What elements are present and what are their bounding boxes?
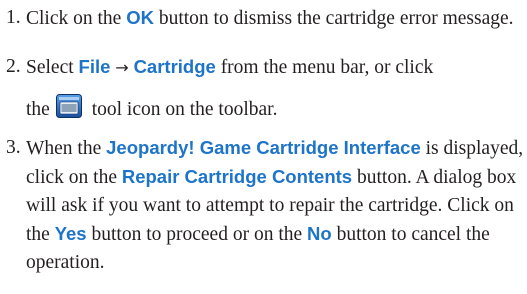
step-number: 2. [6,56,21,77]
step-text: button to dismiss the cartridge error me… [153,8,514,29]
step-2: 2. Select File → Cartridge from the menu… [0,53,527,124]
step-text: When the [26,138,107,159]
step-text: Select [26,57,79,78]
game-cartridge-interface-reference: Jeopardy! Game Cartridge Interface [106,137,421,158]
step-number: 3. [6,137,21,158]
no-button-reference: No [307,223,332,244]
repair-cartridge-contents-button-reference: Repair Cartridge Contents [121,166,353,187]
file-menu-reference: File [78,56,111,77]
instruction-steps: 1. Click on the OK button to dismiss the… [0,0,527,277]
ok-button-reference: OK [126,7,154,28]
step-number: 1. [6,7,21,28]
step-1: 1. Click on the OK button to dismiss the… [0,4,527,33]
step-text: tool icon on the toolbar. [86,99,278,120]
step-text: from the menu bar, or click [215,57,434,78]
step-2-line-2: the tool icon on the toolbar. [26,94,527,124]
cartridge-menu-reference: Cartridge [133,56,216,77]
step-text: Click on the [26,8,127,29]
step-text: button to proceed or on the [86,224,308,245]
cartridge-tool-icon [55,94,82,118]
step-3: 3. When the Jeopardy! Game Cartridge Int… [0,134,527,277]
menu-arrow: → [115,58,129,77]
step-text: the [26,99,50,120]
yes-button-reference: Yes [54,223,87,244]
